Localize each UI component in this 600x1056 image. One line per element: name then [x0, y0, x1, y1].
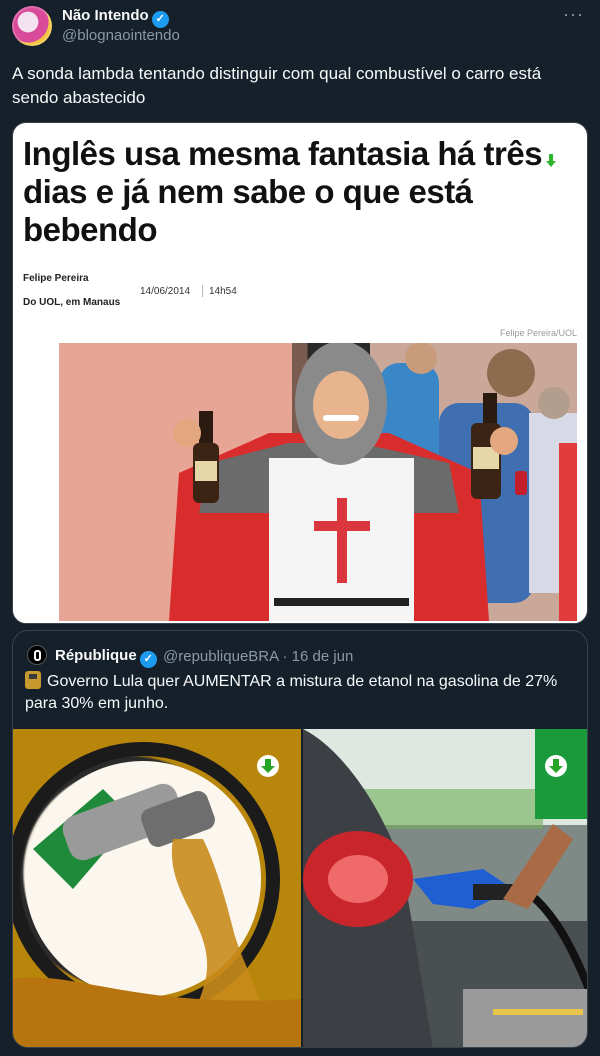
download-arrow-icon: [545, 755, 567, 777]
quoted-tweet[interactable]: République ✓ @republiqueBRA · 16 de jun G…: [12, 630, 588, 1048]
author-name[interactable]: Não Intendo: [62, 7, 149, 24]
download-arrow-icon: [543, 153, 559, 173]
photo-credit: Felipe Pereira/UOL: [499, 328, 577, 338]
article-time: 14h54: [209, 286, 237, 297]
verified-badge-icon: ✓: [139, 651, 157, 668]
quoted-author-name-row[interactable]: République ✓: [55, 647, 157, 668]
fuel-nozzle-photo[interactable]: [13, 729, 301, 1047]
car-refueling-photo[interactable]: [303, 729, 587, 1047]
quoted-author-avatar[interactable]: [27, 645, 47, 665]
quoted-text-row: Governo Lula quer AUMENTAR a mistura de …: [25, 671, 585, 715]
article-image[interactable]: Inglês usa mesma fantasia há três dias e…: [12, 122, 588, 624]
quoted-author-name[interactable]: République: [55, 647, 137, 664]
author-avatar[interactable]: [12, 6, 52, 46]
author-handle[interactable]: @blognaointendo: [62, 27, 180, 44]
quoted-meta[interactable]: @republiqueBRA · 16 de jun: [163, 648, 353, 665]
article-author: Felipe Pereira: [23, 273, 89, 284]
article-photo: [59, 343, 577, 621]
article-date: 14/06/2014: [140, 286, 191, 297]
tweet-header: Não Intendo ✓ @blognaointendo ···: [12, 4, 588, 48]
fuel-pump-icon: [25, 671, 41, 689]
tweet-text: A sonda lambda tentando distinguir com q…: [12, 64, 542, 107]
author-name-row[interactable]: Não Intendo ✓: [62, 7, 169, 28]
more-options-icon[interactable]: ···: [563, 4, 584, 25]
article-headline: Inglês usa mesma fantasia há três dias e…: [23, 135, 543, 248]
verified-badge-icon: ✓: [151, 11, 169, 28]
article-place: Do UOL, em Manaus: [23, 297, 121, 308]
quoted-text: Governo Lula quer AUMENTAR a mistura de …: [25, 673, 558, 712]
divider: [202, 285, 203, 297]
download-arrow-icon: [257, 755, 279, 777]
